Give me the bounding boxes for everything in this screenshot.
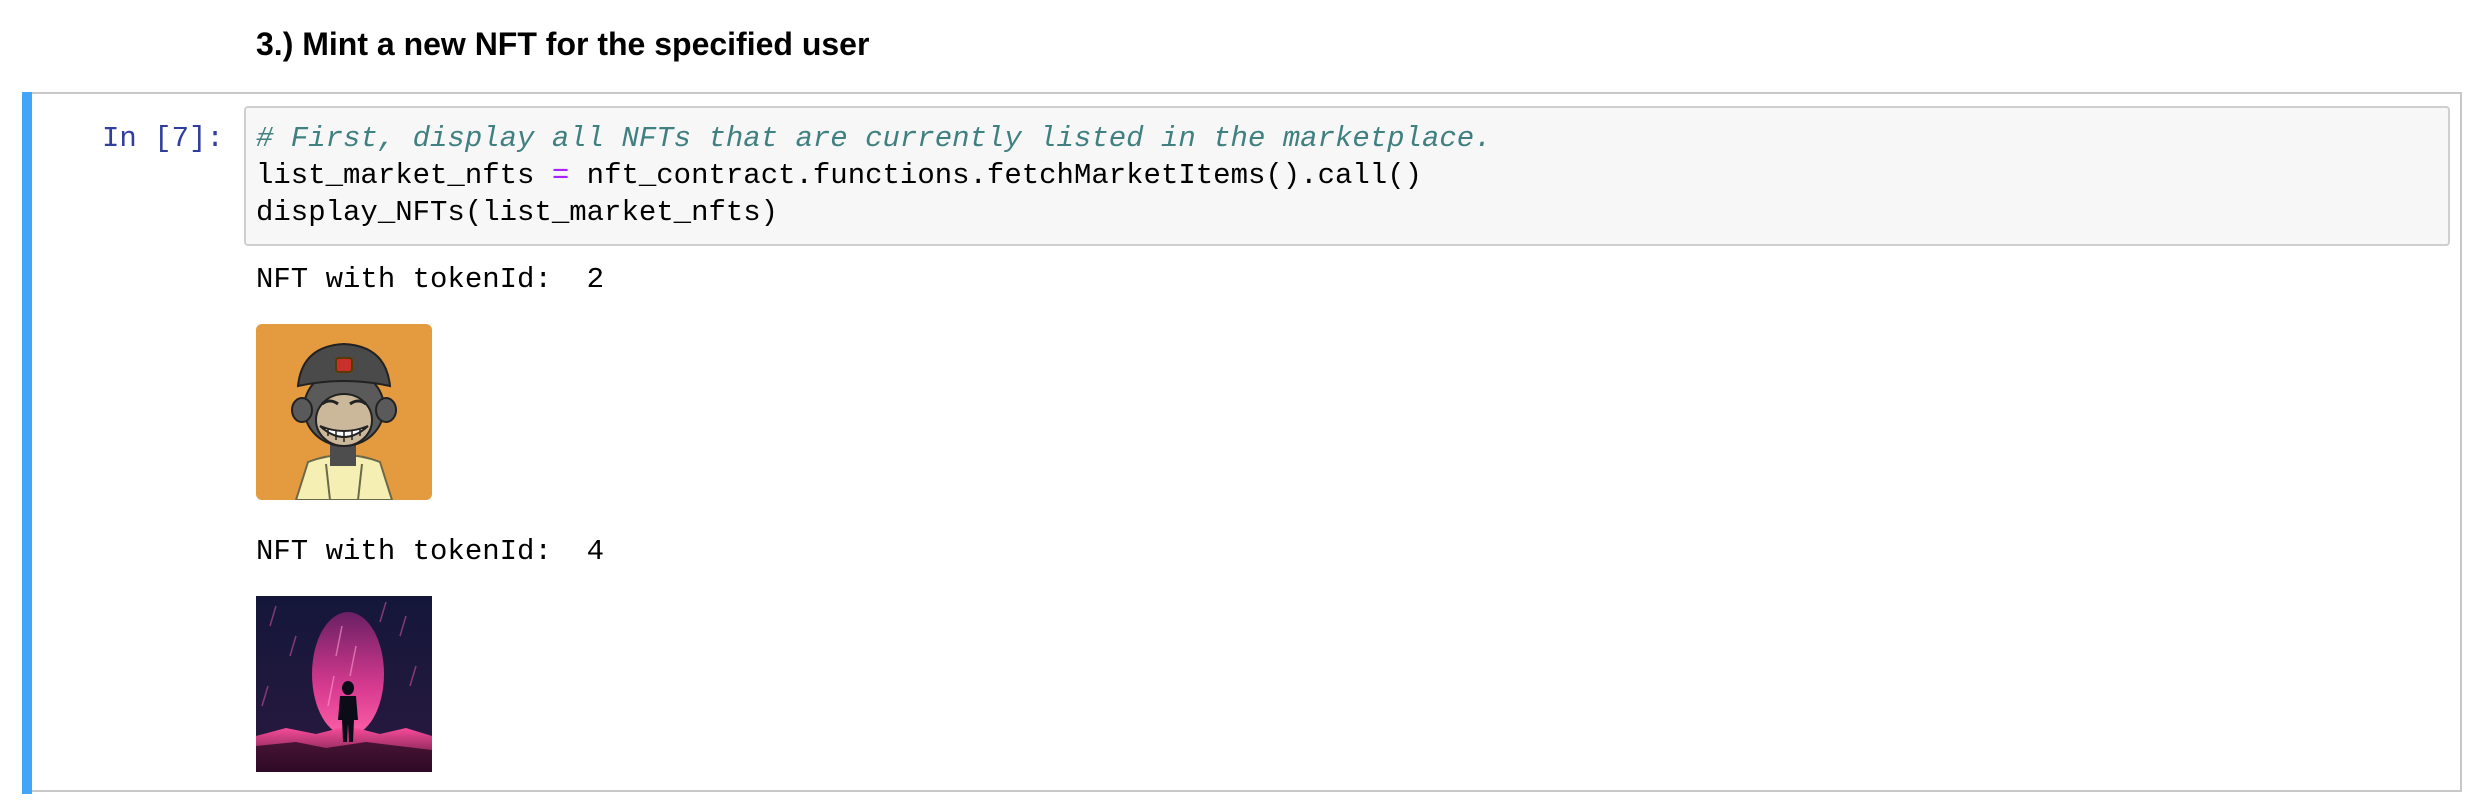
selected-cell-indicator [22, 92, 32, 794]
code-operator: = [551, 159, 570, 192]
code-text[interactable]: # First, display all NFTs that are curre… [256, 120, 1492, 231]
code-editor[interactable]: # First, display all NFTs that are curre… [244, 106, 2450, 246]
output-label-nft-2: NFT with tokenId: 2 [256, 263, 605, 296]
neon-portal-nft-image [256, 596, 432, 772]
code-call: nft_contract.functions.fetchMarketItems(… [569, 159, 1423, 192]
input-prompt: In [7]: [102, 122, 224, 155]
bored-ape-nft-image [256, 324, 432, 500]
output-label-nft-4: NFT with tokenId: 4 [256, 535, 605, 568]
cell-output: NFT with tokenId: 2 NFT with tokenId: 4 [256, 262, 604, 806]
code-cell[interactable]: In [7]: # First, display all NFTs that a… [22, 92, 2462, 794]
code-variable: list_market_nfts [256, 159, 552, 192]
code-display-call: display_NFTs(list_market_nfts) [256, 196, 779, 229]
markdown-heading: 3.) Mint a new NFT for the specified use… [256, 26, 870, 62]
code-comment: # First, display all NFTs that are curre… [256, 122, 1492, 155]
